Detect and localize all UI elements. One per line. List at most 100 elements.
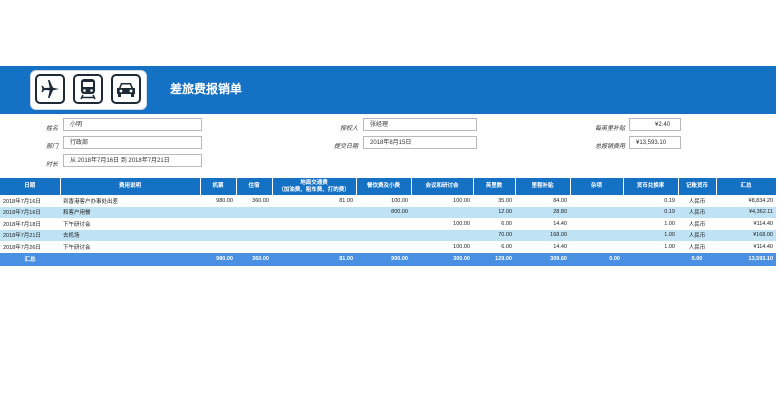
cell-date[interactable]: 2018年7月26日 (0, 241, 60, 253)
period-field[interactable]: 从 2018年7月16日 到 2018年7月21日 (63, 154, 202, 167)
table-row: 2018年7月21日 去机场 70.00 168.00 1.00 人民币 ¥168.00 (0, 229, 776, 241)
cell-ground-transport[interactable]: 81.00 (272, 195, 356, 207)
submit-date-field[interactable]: 2018年8月15日 (363, 136, 477, 149)
cell-exchange-rate[interactable]: 1.00 (623, 229, 678, 241)
cell-misc[interactable] (570, 195, 623, 207)
approver-field[interactable]: 张经理 (363, 118, 477, 131)
total-conference: 300.00 (411, 252, 473, 266)
cell-airfare[interactable] (200, 241, 236, 253)
name-field[interactable]: 小明 (63, 118, 202, 131)
cell-total[interactable]: ¥114.40 (716, 218, 776, 230)
cell-description[interactable]: 去机场 (60, 229, 200, 241)
cell-misc[interactable] (570, 241, 623, 253)
cell-ground-transport[interactable] (272, 241, 356, 253)
cell-meals[interactable]: 800.00 (356, 206, 411, 218)
cell-miles[interactable]: 12.00 (473, 206, 515, 218)
cell-currency[interactable]: 人民币 (678, 218, 716, 230)
cell-mileage-allowance[interactable]: 168.00 (515, 229, 570, 241)
total-mileage-allowance: 309.60 (515, 252, 570, 266)
total-date: 汇总 (0, 252, 60, 266)
total-misc: 0.00 (570, 252, 623, 266)
cell-total[interactable]: ¥8,834.20 (716, 195, 776, 207)
table-row: 2018年7月16日 和客户用餐 800.00 12.00 28.80 0.19 人民币 ¥4… (0, 206, 776, 218)
cell-miles[interactable]: 35.00 (473, 195, 515, 207)
cell-lodging[interactable]: 360.00 (236, 195, 272, 207)
cell-conference[interactable]: 100.00 (411, 241, 473, 253)
column-header-description: 费用说明 (60, 178, 201, 195)
cell-miles[interactable]: 70.00 (473, 229, 515, 241)
cell-date[interactable]: 2018年7月21日 (0, 229, 60, 241)
cell-description[interactable]: 下午研讨会 (60, 241, 200, 253)
total-lodging: 360.00 (236, 252, 272, 266)
cell-misc[interactable] (570, 229, 623, 241)
cell-airfare[interactable] (200, 229, 236, 241)
column-header-exchange-rate: 货币兑换率 (623, 178, 679, 195)
car-icon (111, 74, 141, 104)
cell-mileage-allowance[interactable]: 28.80 (515, 206, 570, 218)
cell-ground-transport[interactable] (272, 218, 356, 230)
cell-mileage-allowance[interactable]: 84.00 (515, 195, 570, 207)
cell-lodging[interactable] (236, 229, 272, 241)
totals-row: 汇总 980.00 360.00 81.00 900.00 300.00 129.00 309… (0, 252, 776, 266)
cell-conference[interactable] (411, 206, 473, 218)
cell-exchange-rate[interactable]: 1.00 (623, 241, 678, 253)
cell-date[interactable]: 2018年7月16日 (0, 206, 60, 218)
cell-total[interactable]: ¥114.40 (716, 241, 776, 253)
total-airfare: 980.00 (200, 252, 236, 266)
cell-misc[interactable] (570, 218, 623, 230)
cell-airfare[interactable]: 980.00 (200, 195, 236, 207)
cell-exchange-rate[interactable]: 0.19 (623, 195, 678, 207)
cell-currency[interactable]: 人民币 (678, 206, 716, 218)
cell-lodging[interactable] (236, 206, 272, 218)
cell-meals[interactable] (356, 218, 411, 230)
cell-misc[interactable] (570, 206, 623, 218)
cell-date[interactable]: 2018年7月18日 (0, 218, 60, 230)
column-header-currency: 记账货币 (678, 178, 717, 195)
cell-exchange-rate[interactable]: 1.00 (623, 218, 678, 230)
mileage-allowance-field[interactable]: ¥2.40 (629, 118, 681, 131)
table-row: 2018年7月16日 到香港客户办事处出差 980.00 360.00 81.00 100… (0, 195, 776, 207)
cell-airfare[interactable] (200, 206, 236, 218)
cell-description[interactable]: 到香港客户办事处出差 (60, 195, 200, 207)
cell-ground-transport[interactable] (272, 206, 356, 218)
total-reimbursement-field[interactable]: ¥13,593.10 (629, 136, 681, 149)
total-exchange-rate (623, 252, 678, 266)
train-icon (73, 74, 103, 104)
cell-airfare[interactable] (200, 218, 236, 230)
cell-currency[interactable]: 人民币 (678, 195, 716, 207)
cell-lodging[interactable] (236, 218, 272, 230)
cell-date[interactable]: 2018年7月16日 (0, 195, 60, 207)
cell-meals[interactable]: 100.00 (356, 195, 411, 207)
cell-miles[interactable]: 6.00 (473, 218, 515, 230)
cell-total[interactable]: ¥4,362.11 (716, 206, 776, 218)
name-label: 姓名 (45, 126, 58, 132)
cell-ground-transport[interactable] (272, 229, 356, 241)
cell-lodging[interactable] (236, 241, 272, 253)
cell-currency[interactable]: 人民币 (678, 241, 716, 253)
cell-mileage-allowance[interactable]: 14.40 (515, 218, 570, 230)
cell-miles[interactable]: 6.00 (473, 241, 515, 253)
table-header-row: 日期 费用说明 机票 住宿 地面交通费 （加油费、租车费、打的费） 餐饮费及小费 会议和研讨… (0, 178, 777, 195)
column-header-conference: 会议和研讨会 (411, 178, 474, 195)
total-miles: 129.00 (473, 252, 515, 266)
cell-total[interactable]: ¥168.00 (716, 229, 776, 241)
mileage-allowance-label: 每英里补贴 (594, 126, 625, 132)
table-row: 2018年7月18日 下午研讨会 100.00 6.00 14.40 1.00 人民币 ¥11… (0, 218, 776, 230)
column-header-date: 日期 (0, 178, 61, 195)
cell-meals[interactable] (356, 229, 411, 241)
period-label: 时长 (45, 162, 58, 168)
cell-exchange-rate[interactable]: 0.19 (623, 206, 678, 218)
cell-mileage-allowance[interactable]: 14.40 (515, 241, 570, 253)
cell-description[interactable]: 和客户用餐 (60, 206, 200, 218)
department-field[interactable]: 行政部 (63, 136, 202, 149)
cell-conference[interactable]: 100.00 (411, 195, 473, 207)
submit-date-label: 提交日期 (333, 144, 358, 150)
cell-description[interactable]: 下午研讨会 (60, 218, 200, 230)
cell-currency[interactable]: 人民币 (678, 229, 716, 241)
total-ground-transport: 81.00 (272, 252, 356, 266)
cell-conference[interactable]: 100.00 (411, 218, 473, 230)
cell-meals[interactable] (356, 241, 411, 253)
total-reimbursement-label: 总报销费用 (594, 144, 625, 150)
total-currency: 0.00 (678, 252, 716, 266)
cell-conference[interactable] (411, 229, 473, 241)
